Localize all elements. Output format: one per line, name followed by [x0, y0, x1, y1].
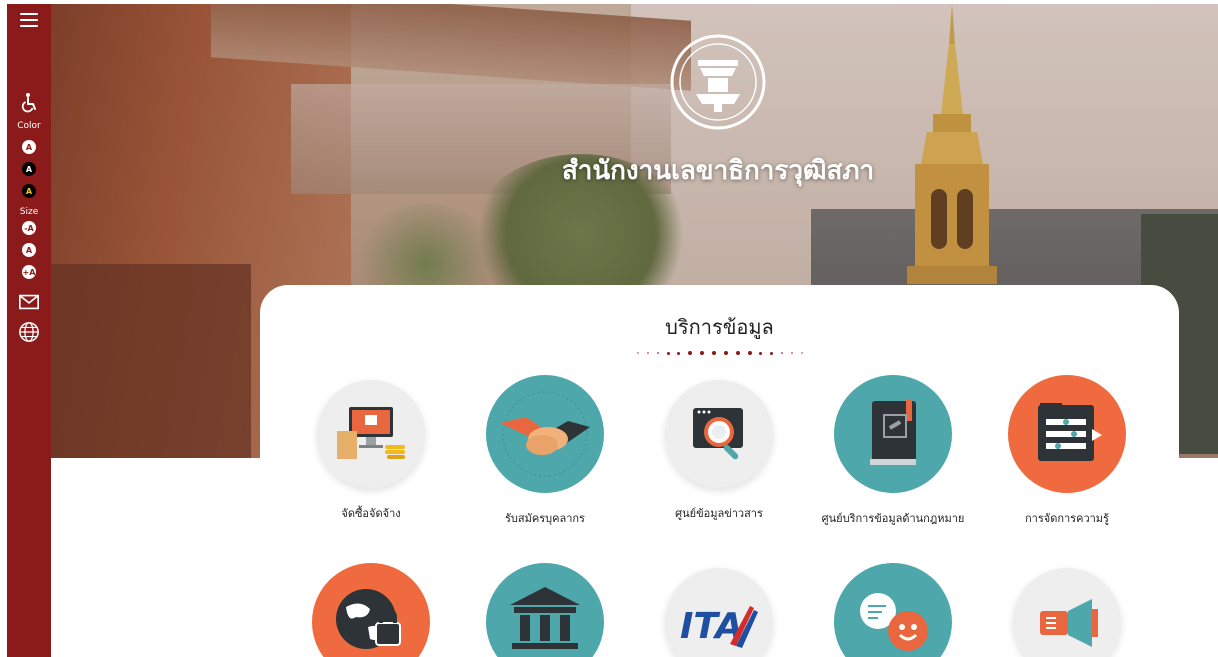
- globe-language-icon[interactable]: [18, 321, 40, 343]
- font-normal-button[interactable]: A: [22, 243, 36, 257]
- hero-title: สำนักงานเลขาธิการวุฒิสภา: [561, 156, 875, 186]
- service-info-center[interactable]: ศูนย์ข้อมูลข่าวสาร: [634, 375, 804, 522]
- service-knowledge-management[interactable]: การจัดการความรู้: [982, 375, 1152, 527]
- globe-lock-icon: [312, 563, 430, 657]
- megaphone-icon: [1013, 568, 1121, 657]
- mail-icon[interactable]: [18, 291, 40, 313]
- government-building-icon: [486, 563, 604, 657]
- procurement-computer-icon: [317, 380, 425, 488]
- services-title: บริการข้อมูล: [665, 315, 774, 339]
- color-dark-button[interactable]: A: [22, 162, 36, 176]
- color-label: Color: [17, 121, 41, 131]
- service-procurement[interactable]: จัดซื้อจัดจ้าง: [286, 375, 456, 522]
- wheelchair-icon[interactable]: [17, 91, 41, 115]
- color-default-button[interactable]: A: [22, 140, 36, 154]
- service-label: ศูนย์บริการข้อมูลด้านกฎหมาย: [821, 512, 965, 525]
- handshake-icon: [486, 375, 604, 493]
- font-smaller-button[interactable]: -A: [22, 221, 36, 235]
- size-label: Size: [19, 207, 39, 217]
- service-recruitment[interactable]: รับสมัครบุคลากร: [460, 375, 630, 527]
- hamburger-menu-icon[interactable]: [20, 13, 38, 27]
- service-label: การจัดการความรู้: [1025, 512, 1109, 525]
- service-row2-2[interactable]: [460, 563, 630, 657]
- service-label: รับสมัครบุคลากร: [505, 512, 585, 525]
- service-row2-5[interactable]: [982, 563, 1152, 657]
- service-law-center[interactable]: ศูนย์บริการข้อมูลด้านกฎหมาย: [808, 375, 978, 527]
- law-book-icon: [834, 375, 952, 493]
- service-label: ศูนย์ข้อมูลข่าวสาร: [675, 507, 763, 520]
- page: Color A A A Size -A A +A สำนักงานเลขาธิก…: [0, 0, 1218, 657]
- color-yellow-button[interactable]: A: [22, 184, 36, 198]
- service-row2-4[interactable]: [808, 563, 978, 657]
- folder-search-icon: [665, 380, 773, 488]
- ita-logo-icon: ITA: [665, 568, 773, 657]
- accessibility-sidebar: Color A A A Size -A A +A: [7, 4, 51, 657]
- knowledge-folder-icon: [1008, 375, 1126, 493]
- chat-bubble-icon: [834, 563, 952, 657]
- service-row2-1[interactable]: [286, 563, 456, 657]
- service-label: จัดซื้อจัดจ้าง: [341, 507, 401, 520]
- services-panel: บริการข้อมูล จัดซื้อจัดจ้าง รับสมัครบุคล…: [260, 285, 1179, 657]
- title-dots-divider: [637, 351, 803, 355]
- service-row2-3[interactable]: ITA: [634, 563, 804, 657]
- senate-emblem-logo: [670, 34, 766, 130]
- font-larger-button[interactable]: +A: [22, 265, 36, 279]
